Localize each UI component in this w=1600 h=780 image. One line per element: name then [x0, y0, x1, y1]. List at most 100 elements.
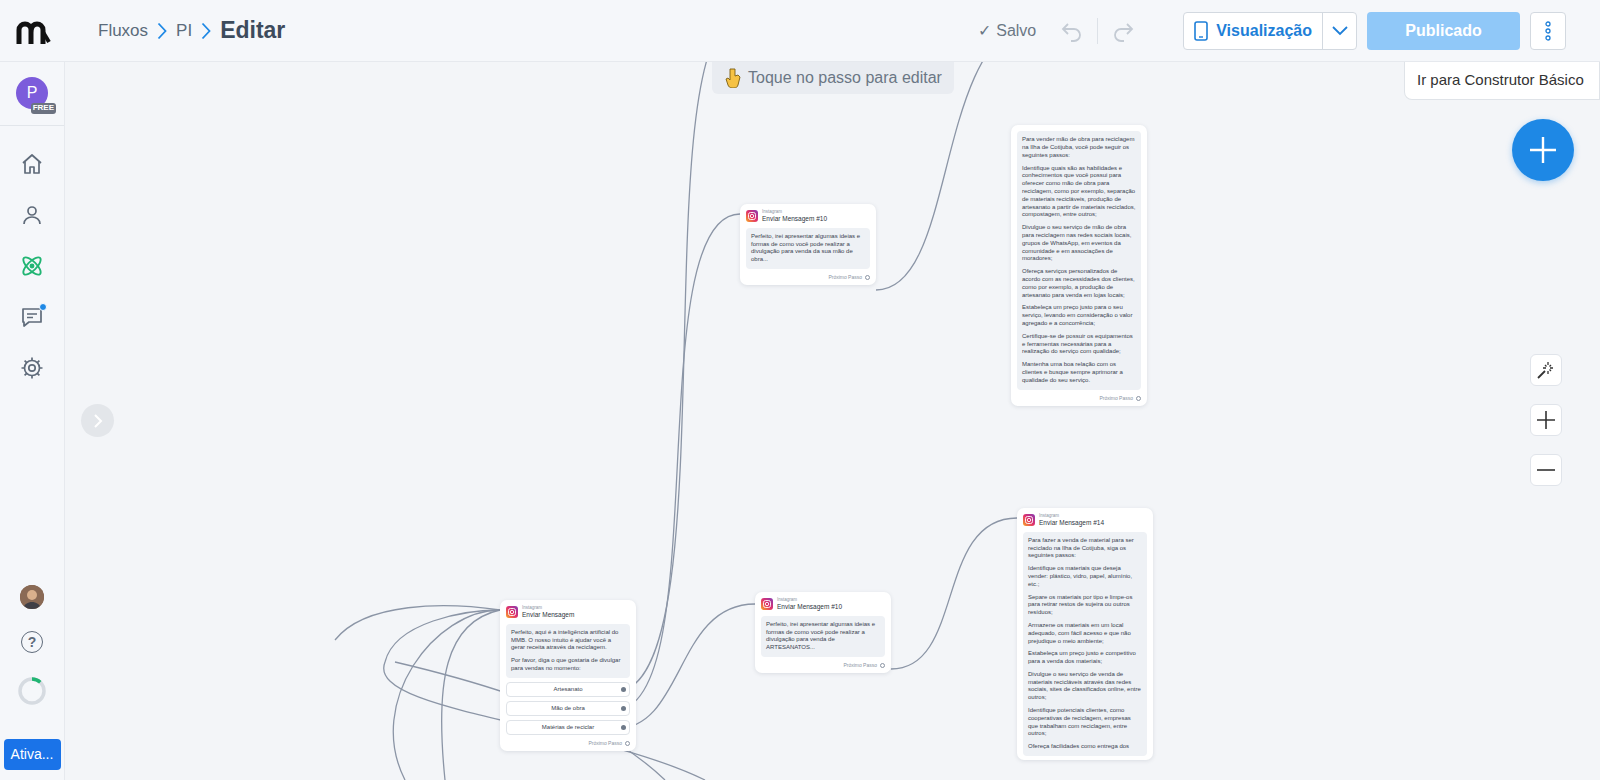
- user-avatar[interactable]: [20, 585, 44, 609]
- automation-icon: [19, 253, 45, 279]
- menu-item[interactable]: Ir para Construtor Básico: [1417, 69, 1587, 92]
- sidebar-item[interactable]: [12, 246, 52, 286]
- connection-port[interactable]: [880, 663, 885, 668]
- preview-button[interactable]: Visualização: [1183, 12, 1357, 50]
- connection-port[interactable]: [621, 687, 626, 692]
- step-channel: Instagram: [522, 606, 574, 611]
- message-paragraph: Para fazer a venda de material para ser …: [1028, 537, 1142, 560]
- next-step[interactable]: Próximo Passo: [1017, 395, 1141, 403]
- hint-label: Toque no passo para editar: [748, 66, 942, 90]
- instagram-icon-svg: [746, 210, 758, 222]
- message-paragraph: Separe os materiais por tipo e limpe-os …: [1028, 594, 1142, 617]
- flow-step[interactable]: InstagramEnviar Mensagem #10 Perfeito, ir…: [755, 592, 891, 673]
- next-step[interactable]: Próximo Passo: [746, 274, 870, 282]
- step-heading: InstagramEnviar Mensagem: [522, 606, 574, 619]
- phone-icon: [1194, 21, 1208, 41]
- message-paragraph: Identifique potenciais clientes, como co…: [1028, 707, 1142, 738]
- flow-step[interactable]: InstagramEnviar Mensagem Perfeito, aqui é…: [500, 600, 636, 751]
- settings-icon-svg: [20, 356, 44, 380]
- redo-icon[interactable]: [1111, 20, 1135, 42]
- step-title: Enviar Mensagem #14: [1039, 519, 1104, 527]
- undo-icon[interactable]: [1060, 20, 1084, 42]
- sidebar-item[interactable]: [12, 348, 52, 388]
- preview-main[interactable]: Visualização: [1184, 13, 1322, 49]
- instagram-icon-svg: [761, 598, 773, 610]
- next-step-label: Próximo Passo: [588, 740, 622, 748]
- account-avatar[interactable]: PFREE: [16, 77, 48, 109]
- quick-reply-button[interactable]: Artesanato: [506, 682, 630, 697]
- step-header: InstagramEnviar Mensagem #10: [761, 598, 885, 611]
- notification-dot: [39, 303, 47, 311]
- publish-button[interactable]: Publicado: [1367, 12, 1520, 50]
- flow-canvas[interactable]: Toque no passo para editar Para vender m…: [65, 62, 1600, 780]
- breadcrumb-item[interactable]: Fluxos: [98, 18, 148, 44]
- step-heading: InstagramEnviar Mensagem #14: [1039, 514, 1104, 527]
- account: PFREE: [16, 77, 48, 109]
- flow-step[interactable]: InstagramEnviar Mensagem #14 Para fazer a…: [1017, 508, 1153, 760]
- sidebar-menu: [12, 144, 52, 399]
- connection-port[interactable]: [1136, 396, 1141, 401]
- next-step-label: Próximo Passo: [1099, 395, 1133, 403]
- connection-port[interactable]: [625, 741, 630, 746]
- breadcrumb: Fluxos PI Editar: [98, 13, 285, 48]
- flow-step[interactable]: Para vender mão de obra para reciclagem …: [1011, 125, 1147, 406]
- step-channel: Instagram: [762, 210, 827, 215]
- step-header: InstagramEnviar Mensagem #10: [746, 210, 870, 223]
- instagram-icon-svg: [1023, 514, 1035, 526]
- activate-label: Ativa...: [11, 744, 54, 765]
- message-paragraph: Ofereça serviços personalizados de acord…: [1022, 268, 1136, 299]
- add-step-button[interactable]: [1512, 119, 1574, 181]
- message-paragraph: Certifique-se de possuir os equipamentos…: [1022, 333, 1136, 356]
- hand-icon: [724, 68, 742, 88]
- logo-icon[interactable]: [16, 18, 52, 44]
- message-text: Perfeito, aqui é a inteligência artifici…: [506, 624, 630, 678]
- sidebar-item[interactable]: [12, 297, 52, 337]
- next-step[interactable]: Próximo Passo: [506, 740, 630, 748]
- message-paragraph: Para vender mão de obra para reciclagem …: [1022, 136, 1136, 159]
- app-window: Fluxos PI Editar ✓Salvo Visualização Publi…: [0, 0, 1600, 780]
- expand-panel-button[interactable]: [81, 404, 114, 437]
- step-title: Enviar Mensagem #10: [762, 215, 827, 223]
- message-text: Para vender mão de obra para reciclagem …: [1017, 131, 1141, 389]
- connection-port[interactable]: [621, 706, 626, 711]
- next-step[interactable]: Próximo Passo: [761, 662, 885, 670]
- sidebar-item[interactable]: [12, 144, 52, 184]
- activate-button[interactable]: Ativa...: [4, 739, 61, 770]
- help-button[interactable]: ?: [21, 631, 43, 653]
- kebab-icon: [1545, 21, 1551, 41]
- save-label: Salvo: [996, 19, 1036, 43]
- breadcrumb-item[interactable]: PI: [176, 18, 192, 44]
- quick-reply-button[interactable]: Mão de obra: [506, 701, 630, 716]
- usage-fill: [20, 679, 44, 703]
- hand-icon-svg: [724, 68, 742, 88]
- toolbar: ✓Salvo Visualização Publicado: [978, 12, 1566, 50]
- top-bar: Fluxos PI Editar ✓Salvo Visualização Publi…: [0, 0, 1600, 62]
- help-label: ?: [28, 635, 37, 649]
- next-step-label: Próximo Passo: [828, 274, 862, 282]
- workspace: PFREE ? Ativa... Toque no passo para edit…: [0, 62, 1600, 780]
- quick-reply-button[interactable]: Matérias de reciclar: [506, 720, 630, 735]
- breadcrumb-item: Editar: [220, 13, 285, 48]
- message-paragraph: Perfeito, irei apresentar algumas ideias…: [766, 621, 880, 652]
- more-button[interactable]: [1530, 12, 1566, 50]
- preview-dropdown[interactable]: [1322, 13, 1356, 49]
- auto-arrange-button[interactable]: [1530, 354, 1562, 386]
- zoom-out-button[interactable]: [1530, 454, 1562, 486]
- instagram-icon: [1023, 514, 1035, 526]
- step-title: Enviar Mensagem: [522, 611, 574, 619]
- avatar-photo-icon: [20, 585, 44, 609]
- message-paragraph: Divulgue o seu serviço de venda de mater…: [1028, 671, 1142, 702]
- usage-ring: [16, 675, 48, 707]
- message-paragraph: Perfeito, irei apresentar algumas ideias…: [751, 233, 865, 264]
- message-text: Para fazer a venda de material para ser …: [1023, 532, 1147, 756]
- chevron-right-icon: [93, 413, 103, 429]
- plus-icon: [1528, 135, 1558, 165]
- check-icon: ✓: [978, 19, 991, 43]
- sidebar-item[interactable]: [12, 195, 52, 235]
- connection-port[interactable]: [621, 725, 626, 730]
- flow-step[interactable]: InstagramEnviar Mensagem #10 Perfeito, ir…: [740, 204, 876, 285]
- connection-port[interactable]: [865, 275, 870, 280]
- automation-icon-svg: [19, 253, 45, 279]
- zoom-in-button[interactable]: [1530, 404, 1562, 436]
- usage-track: [16, 675, 48, 707]
